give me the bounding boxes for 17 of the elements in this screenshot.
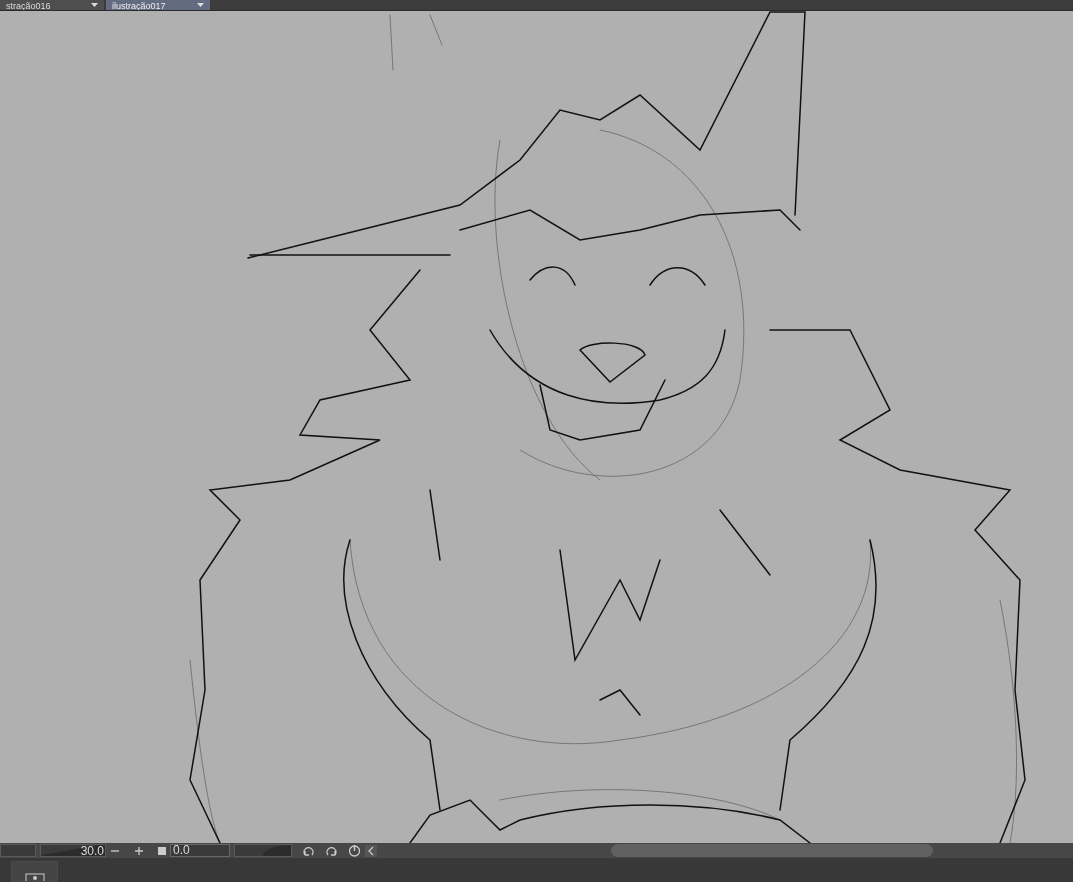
zoom-in-button[interactable]	[134, 845, 144, 856]
document-tab[interactable]: stração016	[0, 0, 104, 10]
dropdown-icon	[197, 3, 204, 8]
panel-icon	[24, 873, 45, 881]
rotate-left-icon[interactable]	[302, 844, 315, 857]
reset-rotation-icon[interactable]	[348, 844, 361, 857]
rotate-right-icon[interactable]	[325, 844, 338, 857]
document-tab[interactable]: ilustração017	[106, 0, 210, 10]
collapse-button[interactable]	[365, 844, 377, 857]
rotation-field[interactable]: 0.0	[170, 844, 230, 857]
dropdown-icon	[91, 3, 98, 8]
stop-icon[interactable]	[158, 846, 166, 855]
plus-icon	[134, 845, 144, 856]
panel-tab[interactable]	[11, 861, 58, 882]
zoom-control[interactable]: 30.0	[40, 844, 106, 857]
scrollbar-thumb[interactable]	[611, 844, 933, 857]
rotation-slider[interactable]	[263, 845, 291, 856]
